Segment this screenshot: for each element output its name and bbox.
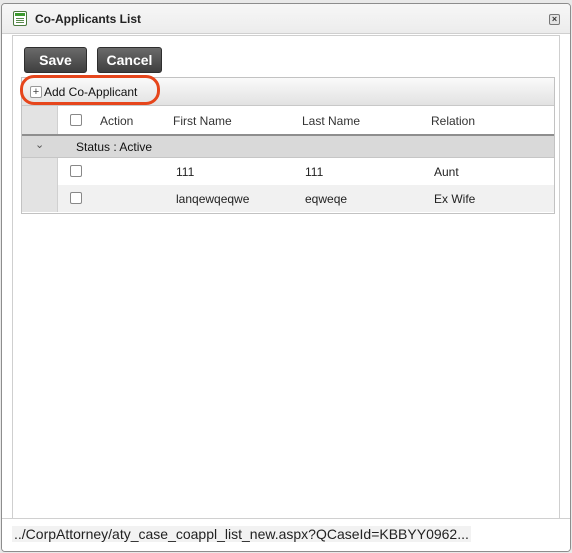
row-gutter: [22, 158, 58, 185]
cell-last-name: 111: [305, 165, 324, 179]
select-all-checkbox[interactable]: [70, 114, 82, 126]
highlight-annotation: [20, 75, 160, 105]
cell-relation: Ex Wife: [434, 192, 476, 206]
group-label: Status : Active: [76, 140, 153, 154]
table-row[interactable]: lanqewqeqwe eqweqe Ex Wife: [22, 185, 554, 212]
cell-relation: Aunt: [434, 165, 459, 179]
chevron-down-icon[interactable]: ⌄: [35, 140, 45, 151]
group-row-active[interactable]: ⌄ Status : Active: [22, 136, 554, 158]
cell-first-name: 111: [176, 165, 195, 179]
grid-header-row: Action First Name Last Name Relation: [22, 106, 554, 136]
co-applicants-grid: + Add Co-Applicant Action First Name Las…: [20, 75, 555, 214]
dialog-content: Save Cancel + Add Co-Applicant Action Fi…: [12, 35, 560, 519]
status-url: ../CorpAttorney/aty_case_coappl_list_new…: [12, 526, 471, 542]
dialog-titlebar[interactable]: Co-Applicants List ×: [2, 4, 570, 34]
status-bar: ../CorpAttorney/aty_case_coappl_list_new…: [2, 518, 570, 551]
dialog-title: Co-Applicants List: [35, 12, 142, 26]
column-header-first-name[interactable]: First Name: [173, 114, 232, 128]
save-button[interactable]: Save: [24, 47, 87, 73]
row-gutter: [22, 185, 58, 212]
co-applicants-dialog: Co-Applicants List × Save Cancel + Add C…: [1, 3, 571, 552]
column-header-action[interactable]: Action: [100, 114, 133, 128]
cancel-button[interactable]: Cancel: [97, 47, 162, 73]
row-checkbox[interactable]: [70, 165, 82, 177]
grid-toolbar: + Add Co-Applicant: [20, 75, 554, 106]
column-header-last-name[interactable]: Last Name: [302, 114, 360, 128]
cell-first-name: lanqewqeqwe: [176, 192, 250, 206]
column-header-relation[interactable]: Relation: [431, 114, 475, 128]
list-document-icon: [13, 11, 27, 26]
cell-last-name: eqweqe: [305, 192, 348, 206]
grid-gutter: [22, 106, 58, 134]
row-checkbox[interactable]: [70, 192, 82, 204]
table-row[interactable]: 111 111 Aunt: [22, 158, 554, 185]
close-icon[interactable]: ×: [549, 14, 560, 25]
